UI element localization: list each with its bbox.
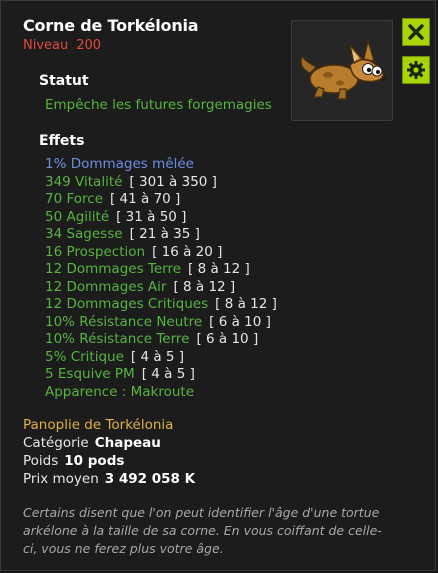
effect-line: 34 Sagesse [ 21 à 35 ] xyxy=(45,226,277,244)
effect-name: 12 Dommages Critiques xyxy=(45,296,209,312)
poids-row: Poids 10 pods xyxy=(23,453,124,469)
effect-name: Apparence : Makroute xyxy=(45,383,195,400)
effect-range: [ 8 à 12 ] xyxy=(215,296,277,312)
effect-range: [ 4 à 5 ] xyxy=(141,366,195,382)
panoplie-link[interactable]: Panoplie de Torkélonia xyxy=(23,417,173,433)
item-name: Corne de Torkélonia xyxy=(23,16,199,35)
effect-line: 1% Dommages mêlée xyxy=(45,156,277,174)
effect-name: 1% Dommages mêlée xyxy=(45,156,194,172)
item-tooltip: Corne de Torkélonia Niveau 200 Statut Em… xyxy=(0,0,436,571)
effect-name: 12 Dommages Terre xyxy=(45,261,182,277)
effect-line: 50 Agilité [ 31 à 50 ] xyxy=(45,209,277,227)
categorie-label: Catégorie xyxy=(23,435,89,451)
effect-line: 12 Dommages Critiques [ 8 à 12 ] xyxy=(45,296,277,314)
effect-range: [ 6 à 10 ] xyxy=(196,331,259,347)
settings-button[interactable] xyxy=(402,56,430,84)
effect-line: 70 Force [ 41 à 70 ] xyxy=(45,191,277,209)
categorie-value: Chapeau xyxy=(94,435,161,451)
statut-text: Empêche les futures forgemagies xyxy=(45,97,272,113)
effects-list: 1% Dommages mêlée 349 Vitalité [ 301 à 350… xyxy=(45,156,277,401)
effect-line: 10% Résistance Neutre [ 6 à 10 ] xyxy=(45,314,277,332)
fox-creature-illustration xyxy=(300,38,387,100)
effect-range: [ 31 à 50 ] xyxy=(116,208,187,225)
prix-row: Prix moyen 3 492 058 K xyxy=(23,471,195,487)
effect-range: [ 16 à 20 ] xyxy=(152,243,223,260)
effect-line: 5 Esquive PM [ 4 à 5 ] xyxy=(45,366,277,384)
gear-icon xyxy=(407,61,425,79)
effect-range: [ 41 à 70 ] xyxy=(110,191,181,207)
effect-name: 70 Force xyxy=(45,191,103,207)
close-icon xyxy=(408,24,424,40)
categorie-row: Catégorie Chapeau xyxy=(23,435,161,451)
prix-value: 3 492 058 K xyxy=(104,471,196,487)
effect-line: Apparence : Makroute xyxy=(45,384,277,402)
effect-line: 10% Résistance Terre [ 6 à 10 ] xyxy=(45,331,277,349)
effect-name: 12 Dommages Air xyxy=(45,278,167,295)
statut-heading: Statut xyxy=(39,73,89,89)
poids-label: Poids xyxy=(23,453,59,469)
effect-range: [ 301 à 350 ] xyxy=(129,173,217,190)
close-button[interactable] xyxy=(402,18,430,46)
effect-name: 5% Critique xyxy=(45,348,124,365)
effect-line: 16 Prospection [ 16 à 20 ] xyxy=(45,244,277,262)
effect-name: 349 Vitalité xyxy=(45,173,123,190)
effets-heading: Effets xyxy=(39,133,85,149)
effect-range: [ 8 à 12 ] xyxy=(173,278,236,295)
effect-line: 12 Dommages Terre [ 8 à 12 ] xyxy=(45,261,277,279)
item-description: Certains disent que l'on peut identifier… xyxy=(23,505,382,556)
effect-name: 16 Prospection xyxy=(45,243,146,260)
item-image xyxy=(291,20,393,121)
effect-name: 5 Esquive PM xyxy=(45,366,135,382)
effect-line: 5% Critique [ 4 à 5 ] xyxy=(45,349,277,367)
level-value: 200 xyxy=(76,38,102,53)
effect-range: [ 21 à 35 ] xyxy=(129,226,200,242)
effect-line: 12 Dommages Air [ 8 à 12 ] xyxy=(45,279,277,297)
level-label: Niveau xyxy=(23,38,69,53)
effect-name: 34 Sagesse xyxy=(45,226,123,242)
effect-line: 349 Vitalité [ 301 à 350 ] xyxy=(45,174,277,192)
effect-name: 10% Résistance Neutre xyxy=(45,313,203,330)
prix-label: Prix moyen xyxy=(23,471,99,487)
effect-range: [ 8 à 12 ] xyxy=(188,261,250,277)
effect-range: [ 6 à 10 ] xyxy=(209,313,271,330)
effect-range: [ 4 à 5 ] xyxy=(130,348,185,365)
effect-name: 50 Agilité xyxy=(45,208,110,225)
effect-name: 10% Résistance Terre xyxy=(45,331,190,347)
poids-value: 10 pods xyxy=(64,453,125,469)
item-level: Niveau 200 xyxy=(23,38,109,53)
